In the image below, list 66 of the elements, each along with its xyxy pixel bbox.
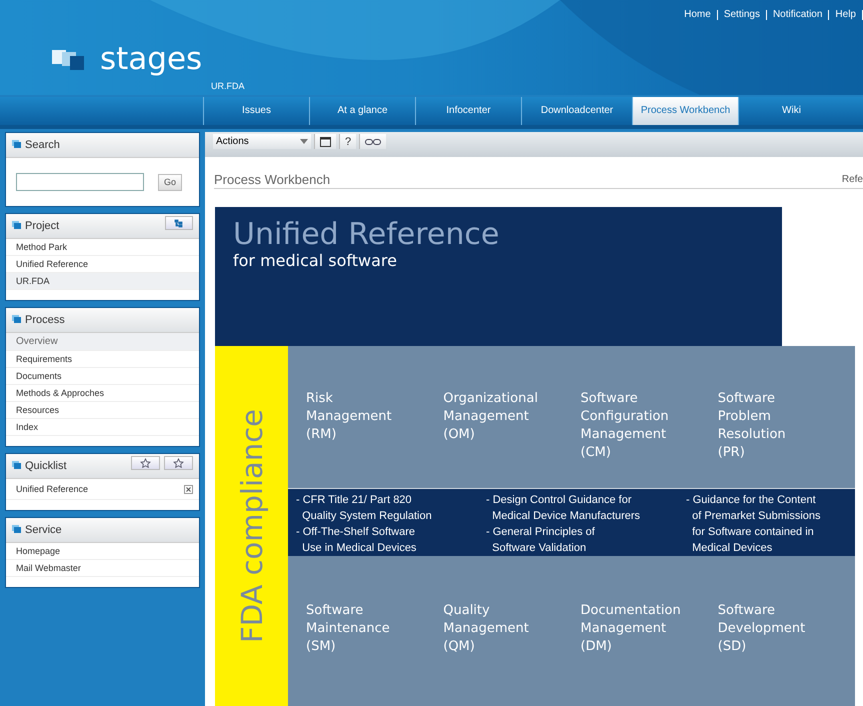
- process-item[interactable]: Resources: [6, 402, 199, 419]
- process-area: Risk Management (RM): [306, 390, 444, 488]
- panel-title: Service: [25, 524, 63, 536]
- caret-icon: [300, 139, 308, 144]
- logo-text: stages: [100, 44, 202, 75]
- search-field[interactable]: [16, 173, 144, 191]
- side-label: FDA compliance: [234, 409, 268, 643]
- link-button[interactable]: [359, 134, 386, 149]
- diagram-title: Unified Reference: [233, 219, 500, 250]
- process-item[interactable]: Index: [6, 419, 199, 436]
- guidance-item: - Design Control Guidance for Medical Device Manufacturers: [486, 493, 642, 524]
- nav-tab[interactable]: Infocenter: [415, 97, 521, 125]
- star-icon: [140, 458, 151, 468]
- diagram-subtitle: for medical software: [233, 250, 398, 270]
- tree-icon: [174, 218, 184, 228]
- project-item[interactable]: UR.FDA: [6, 273, 199, 290]
- nav-tab[interactable]: At a glance: [309, 97, 415, 125]
- help-button[interactable]: ?: [339, 134, 356, 149]
- project-label: UR.FDA: [211, 81, 244, 91]
- process-item[interactable]: Requirements: [6, 351, 199, 368]
- process-item[interactable]: Overview: [6, 333, 199, 351]
- top-link[interactable]: Help: [835, 9, 856, 20]
- close-icon[interactable]: [184, 484, 193, 494]
- process-item[interactable]: Methods & Approches: [6, 385, 199, 402]
- top-link[interactable]: Settings: [724, 9, 760, 20]
- go-button[interactable]: Go: [158, 174, 182, 190]
- bullet-icon: [14, 317, 21, 323]
- guidance-item: - Guidance for the Content of Premarket Submissions for Software contained in Medical Devices: [686, 493, 822, 556]
- link-icon: [365, 138, 382, 146]
- tree-button[interactable]: [165, 216, 193, 230]
- service-link[interactable]: Homepage: [6, 543, 199, 560]
- top-link[interactable]: Home: [684, 9, 711, 20]
- page-title: Process Workbench: [214, 172, 330, 188]
- star-icon: [173, 458, 184, 468]
- panel-title: Quicklist: [25, 460, 68, 472]
- panel-title: Project: [25, 220, 60, 232]
- guidance-item: - Off-The-Shelf Software Use in Medical Devices: [296, 525, 418, 556]
- process-area: Documentation Management (DM): [580, 602, 718, 694]
- bullet-icon: [14, 142, 21, 148]
- panel-title: Process: [25, 314, 66, 326]
- reference-link[interactable]: Refe: [842, 174, 863, 186]
- add-star-button[interactable]: [131, 456, 160, 470]
- bullet-icon: [14, 463, 21, 469]
- star-button[interactable]: [164, 456, 193, 470]
- bullet-icon: [14, 527, 21, 533]
- window-button[interactable]: [314, 134, 336, 149]
- nav-tab[interactable]: Wiki: [738, 97, 844, 125]
- process-area: Quality Management (QM): [443, 602, 580, 694]
- quicklist-item[interactable]: Unified Reference: [6, 479, 184, 499]
- window-icon: [320, 136, 331, 146]
- nav-tab[interactable]: Process Workbench: [632, 97, 738, 125]
- process-area: Software Development (SD): [718, 602, 855, 694]
- bullet-icon: [14, 223, 21, 229]
- project-item[interactable]: Method Park: [6, 239, 199, 256]
- process-area: Software Problem Resolution (PR): [718, 390, 855, 488]
- top-link[interactable]: Notification: [772, 9, 822, 20]
- process-area: Software Maintenance (SM): [306, 602, 444, 694]
- service-link[interactable]: Mail Webmaster: [6, 560, 199, 577]
- guidance-item: - CFR Title 21/ Part 820 Quality System Regulation: [296, 493, 433, 524]
- actions-dropdown[interactable]: Actions: [213, 134, 311, 149]
- guidance-item: - General Principles of Software Validation: [486, 525, 596, 556]
- process-item[interactable]: Documents: [6, 368, 199, 385]
- panel-title: Search: [25, 139, 61, 151]
- process-area: Software Configuration Management (CM): [580, 390, 718, 488]
- nav-tab[interactable]: Issues: [203, 97, 309, 125]
- process-area: Organizational Management (OM): [443, 390, 580, 488]
